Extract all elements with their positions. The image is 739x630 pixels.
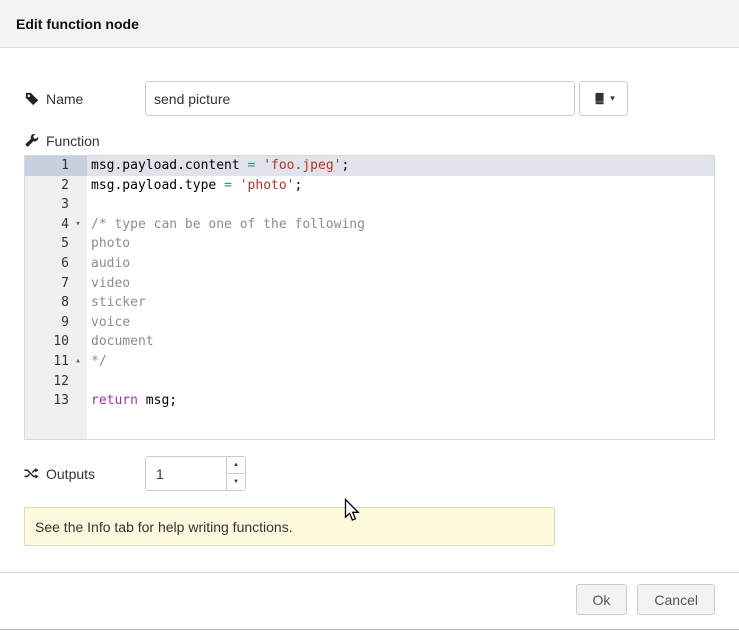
fold-close-icon[interactable]: ▴ [69,352,87,372]
line-number: 9 [25,313,69,333]
chevron-down-icon: ▾ [610,94,615,103]
cancel-button[interactable]: Cancel [637,584,715,615]
code-line: 4▾/* type can be one of the following [25,215,714,235]
code-editor[interactable]: 1 msg.payload.content = 'foo.jpeg'; 2 msg.p… [24,155,715,440]
fold-spacer [69,254,87,274]
edit-function-dialog: Edit function node Name ▾ Function [0,0,739,630]
dialog-title: Edit function node [16,16,139,32]
code-line: 2 msg.payload.type = 'photo'; [25,176,714,196]
code-line-text: msg.payload.content = 'foo.jpeg'; [87,156,714,176]
fold-spacer [69,234,87,254]
line-number-gutter: 2 [25,176,87,196]
code-line: 10 document [25,332,714,352]
code-line-text: */ [87,352,714,372]
book-icon [592,91,607,106]
name-input[interactable] [145,81,575,116]
name-label: Name [24,91,145,107]
line-number-gutter: 12 [25,372,87,392]
fold-open-icon[interactable]: ▾ [69,215,87,235]
fold-spacer [69,372,87,392]
shuffle-icon [24,466,39,481]
wrench-icon [24,133,39,148]
fold-spacer [69,332,87,352]
fold-spacer [69,391,87,411]
fold-spacer [69,293,87,313]
code-line: 7 video [25,274,714,294]
fold-spacer [69,195,87,215]
outputs-label: Outputs [24,466,145,482]
outputs-row: Outputs ▲ ▼ [24,456,715,491]
code-line-text: photo [87,234,714,254]
line-number: 7 [25,274,69,294]
fold-spacer [69,156,87,176]
spinner-down-icon[interactable]: ▼ [227,474,245,490]
line-number-gutter: 1 [25,156,87,176]
code-line-text: msg.payload.type = 'photo'; [87,176,714,196]
code-line-text: audio [87,254,714,274]
code-line-text: return msg; [87,391,714,411]
line-number: 6 [25,254,69,274]
line-number-gutter: 11▴ [25,352,87,372]
code-line: 13 return msg; [25,391,714,411]
line-number-gutter: 10 [25,332,87,352]
line-number: 2 [25,176,69,196]
dialog-header: Edit function node [0,0,739,48]
ok-button[interactable]: Ok [576,584,628,615]
line-number: 10 [25,332,69,352]
dialog-footer: Ok Cancel [0,572,739,615]
name-label-text: Name [46,91,83,107]
library-dropdown-button[interactable]: ▾ [579,81,628,116]
tag-icon [24,91,39,106]
line-number-gutter: 7 [25,274,87,294]
line-number: 1 [25,156,69,176]
fold-spacer [69,313,87,333]
line-number: 3 [25,195,69,215]
code-line: 8 sticker [25,293,714,313]
line-number: 11 [25,352,69,372]
code-line-text [87,372,714,392]
line-number-gutter: 13 [25,391,87,411]
line-number-gutter: 9 [25,313,87,333]
code-line: 3 [25,195,714,215]
code-line: 9 voice [25,313,714,333]
spinner-up-icon[interactable]: ▲ [227,457,245,474]
code-line-text: sticker [87,293,714,313]
code-line: 11▴*/ [25,352,714,372]
line-number-gutter: 6 [25,254,87,274]
outputs-label-text: Outputs [46,466,95,482]
line-number: 8 [25,293,69,313]
line-number-gutter: 3 [25,195,87,215]
code-line-text: video [87,274,714,294]
code-line-text: /* type can be one of the following [87,215,714,235]
line-number: 12 [25,372,69,392]
info-tip: See the Info tab for help writing functi… [24,507,555,546]
function-label-text: Function [46,133,100,149]
spinner-buttons: ▲ ▼ [226,457,245,490]
code-line: 5 photo [25,234,714,254]
line-number: 5 [25,234,69,254]
name-row: Name ▾ [24,81,715,116]
line-number-gutter: 8 [25,293,87,313]
code-line-text: voice [87,313,714,333]
code-line-text: document [87,332,714,352]
dialog-body: Name ▾ Function 1 msg.payload.content = '… [0,81,739,546]
code-line: 6 audio [25,254,714,274]
code-line: 1 msg.payload.content = 'foo.jpeg'; [25,156,714,176]
code-line-text [87,195,714,215]
function-label: Function [24,132,715,149]
line-number: 4 [25,215,69,235]
line-number-gutter: 5 [25,234,87,254]
line-number: 13 [25,391,69,411]
outputs-spinner: ▲ ▼ [145,456,246,491]
line-number-gutter: 4▾ [25,215,87,235]
info-tip-text: See the Info tab for help writing functi… [35,519,293,535]
fold-spacer [69,274,87,294]
code-line: 12 [25,372,714,392]
fold-spacer [69,176,87,196]
